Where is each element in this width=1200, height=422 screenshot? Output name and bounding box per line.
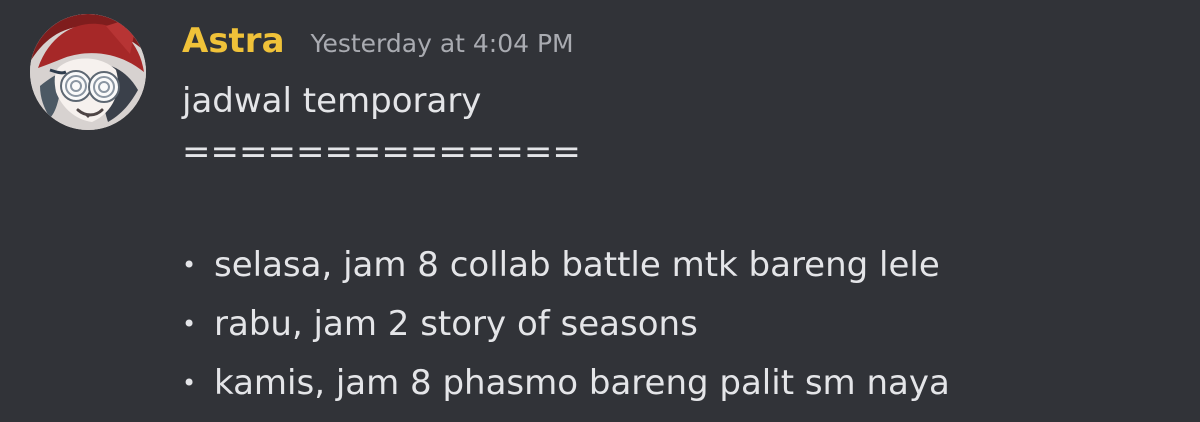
schedule-list: • selasa, jam 8 collab battle mtk bareng… — [182, 236, 1182, 413]
list-item: • kamis, jam 8 phasmo bareng palit sm na… — [182, 354, 1182, 413]
list-item-text: rabu, jam 2 story of seasons — [214, 304, 698, 344]
message-header: Astra Yesterday at 4:04 PM — [182, 16, 574, 66]
list-item-text: kamis, jam 8 phasmo bareng palit sm naya — [214, 363, 950, 403]
message-line: ============== — [182, 132, 581, 172]
list-item-text: selasa, jam 8 collab battle mtk bareng l… — [214, 245, 940, 285]
list-item: • selasa, jam 8 collab battle mtk bareng… — [182, 236, 1182, 295]
avatar[interactable] — [30, 14, 146, 130]
chat-message: Astra Yesterday at 4:04 PM jadwal tempor… — [0, 0, 1200, 422]
username[interactable]: Astra — [182, 16, 285, 66]
message-line: jadwal temporary — [182, 81, 482, 121]
list-item: • rabu, jam 2 story of seasons — [182, 295, 1182, 354]
bullet-icon: • — [182, 369, 197, 397]
timestamp[interactable]: Yesterday at 4:04 PM — [311, 19, 574, 69]
avatar-image — [30, 14, 146, 130]
bullet-icon: • — [182, 310, 197, 338]
message-content: jadwal temporary ============== • selasa… — [182, 76, 1182, 413]
bullet-icon: • — [182, 251, 197, 279]
